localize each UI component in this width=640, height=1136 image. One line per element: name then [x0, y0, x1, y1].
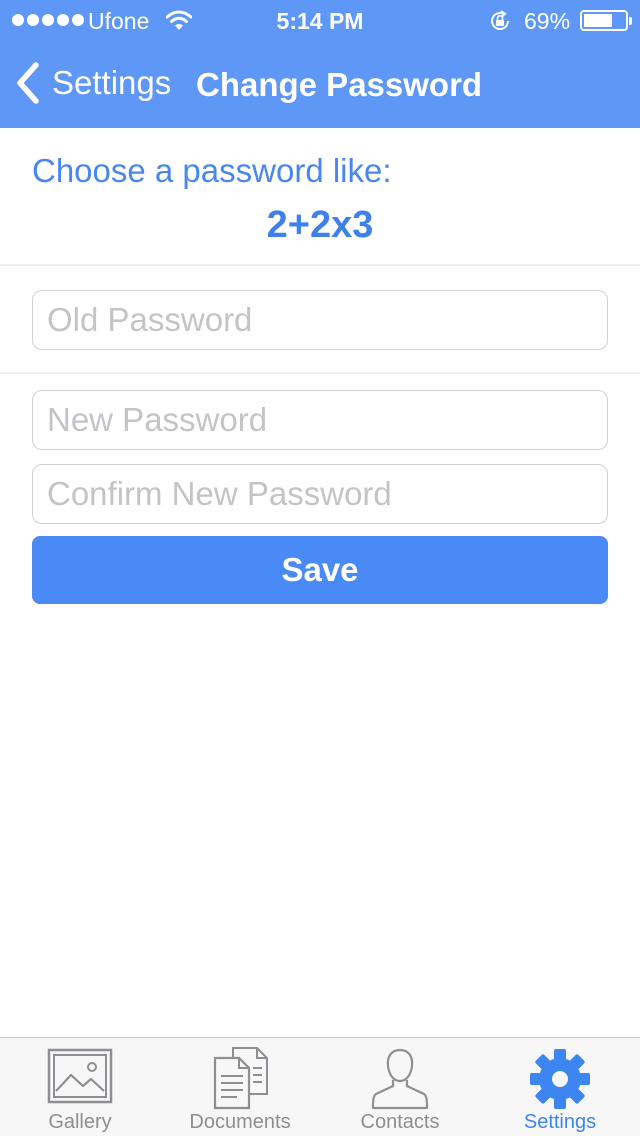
gallery-icon — [47, 1048, 113, 1104]
tab-contacts[interactable]: Contacts — [320, 1038, 480, 1136]
tab-documents-label: Documents — [189, 1111, 291, 1133]
navigation-bar: Settings Change Password — [0, 40, 640, 128]
new-password-field[interactable] — [32, 390, 608, 450]
save-button[interactable]: Save — [32, 536, 608, 604]
confirm-new-password-field[interactable] — [32, 464, 608, 524]
contacts-icon — [371, 1048, 429, 1110]
tab-contacts-label: Contacts — [360, 1111, 440, 1133]
battery-icon — [580, 10, 632, 31]
back-button[interactable]: Settings — [14, 58, 171, 108]
tab-documents[interactable]: Documents — [160, 1038, 320, 1136]
tab-settings[interactable]: Settings — [480, 1038, 640, 1136]
password-hint-text: Choose a password like: — [32, 152, 392, 189]
divider — [0, 372, 640, 374]
chevron-left-icon — [17, 62, 39, 104]
password-example-text: 2+2x3 — [266, 204, 374, 246]
documents-icon — [213, 1047, 268, 1110]
tab-gallery-label: Gallery — [48, 1111, 112, 1133]
status-bar: Ufone 5:14 PM 69% — [0, 0, 640, 40]
page-title: Change Password — [196, 66, 483, 103]
old-password-field[interactable] — [32, 290, 608, 350]
tab-gallery[interactable]: Gallery — [0, 1038, 160, 1136]
battery-level-fill — [584, 14, 612, 27]
tab-bar: Gallery Documents Contacts Settings — [0, 1037, 640, 1136]
back-button-label: Settings — [52, 64, 172, 101]
tab-settings-label: Settings — [523, 1111, 597, 1133]
battery-percentage: 69% — [524, 8, 571, 34]
top-bar: Ufone 5:14 PM 69% Settings Change Passwo… — [0, 0, 640, 128]
divider — [0, 264, 640, 266]
gear-icon — [530, 1049, 590, 1109]
rotation-lock-icon — [491, 10, 509, 30]
